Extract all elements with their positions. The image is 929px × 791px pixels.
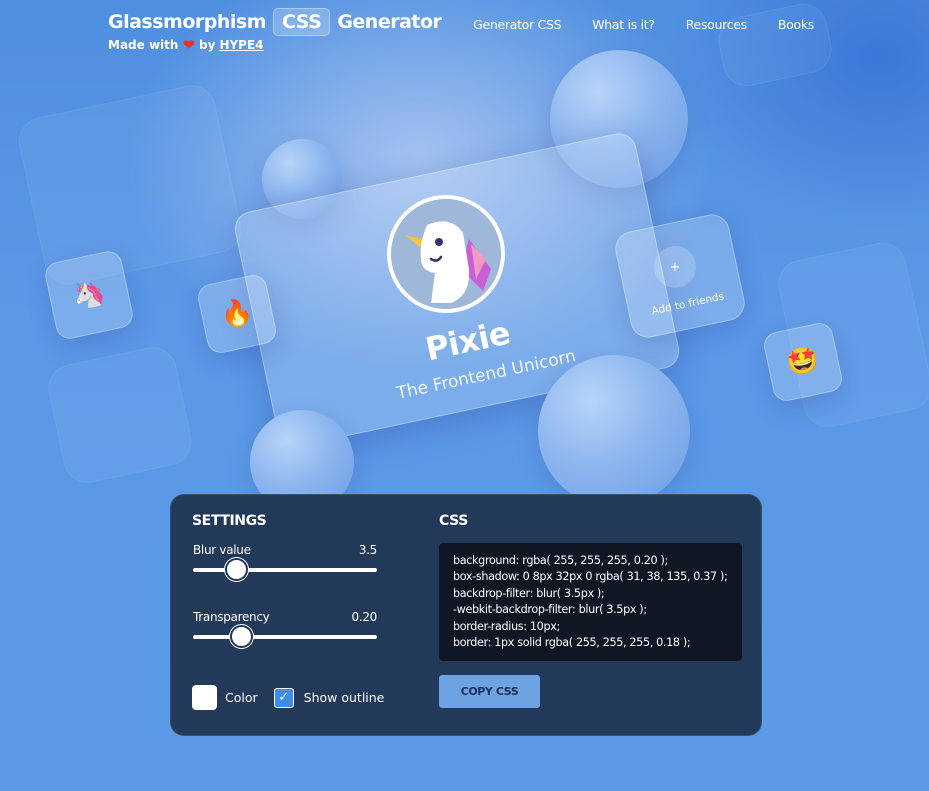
made-with-line: Made with ❤ by HYPE4	[108, 36, 441, 54]
brand: Glassmorphism CSS Generator Made with ❤ …	[108, 8, 442, 54]
blur-label: Blur value	[193, 543, 251, 557]
checkmark-icon: ✓	[278, 690, 290, 705]
nav-item-what-is-it[interactable]: What is it?	[592, 17, 655, 32]
heart-icon: ❤	[182, 36, 196, 54]
generator-panel: SETTINGS Blur value 3.5 Transparency 0.2…	[170, 494, 762, 736]
emoji-tile-starstruck: 🤩	[761, 320, 845, 404]
author-link[interactable]: HYPE4	[219, 38, 263, 52]
css-code-line: border: 1px solid rgba( 255, 255, 255, 0…	[453, 636, 691, 650]
starstruck-emoji: 🤩	[784, 343, 822, 381]
css-code-line: -webkit-backdrop-filter: blur( 3.5px );	[453, 603, 647, 617]
options-row: Color ✓ Show outline	[192, 685, 384, 710]
nav-item-generator-css[interactable]: Generator CSS	[473, 17, 561, 32]
transparency-slider-track[interactable]	[193, 625, 377, 648]
blur-value: 3.5	[358, 543, 377, 557]
css-code-line: border-radius: 10px;	[453, 619, 560, 633]
css-code-line: backdrop-filter: blur( 3.5px );	[453, 586, 605, 600]
app-title: Glassmorphism CSS Generator	[108, 8, 442, 36]
transparency-value: 0.20	[351, 610, 377, 624]
css-code-line: background: rgba( 255, 255, 255, 0.20 );	[453, 554, 668, 567]
css-code-block[interactable]: background: rgba( 255, 255, 255, 0.20 );…	[439, 543, 742, 661]
emoji-tile-fire: 🔥	[195, 272, 279, 356]
blur-slider-track[interactable]	[193, 558, 377, 581]
nav-item-books[interactable]: Books	[778, 17, 814, 32]
title-text: Generator	[337, 11, 442, 33]
unicorn-illustration	[391, 199, 501, 309]
transparency-slider-thumb[interactable]	[230, 625, 254, 648]
css-code-line: box-shadow: 0 8px 32px 0 rgba( 31, 38, 1…	[453, 570, 728, 584]
nav-item-resources[interactable]: Resources	[686, 17, 747, 32]
title-text: Glassmorphism	[108, 11, 267, 33]
emoji-tile-unicorn: 🦄	[42, 248, 136, 342]
transparency-slider-row: Transparency 0.20	[193, 610, 377, 648]
made-with-text: Made with	[108, 38, 179, 52]
sphere-decoration	[538, 355, 690, 507]
fire-emoji: 🔥	[218, 295, 256, 333]
unicorn-emoji: 🦄	[70, 276, 108, 314]
color-swatch-checkbox[interactable]	[192, 685, 217, 710]
css-heading: CSS	[439, 513, 468, 529]
color-label: Color	[225, 690, 258, 705]
blur-slider-thumb[interactable]	[225, 558, 249, 581]
settings-heading: SETTINGS	[192, 513, 267, 529]
plus-icon[interactable]: +	[654, 246, 696, 288]
transparency-label: Transparency	[193, 610, 270, 624]
avatar	[387, 195, 505, 313]
blur-slider-row: Blur value 3.5	[193, 543, 377, 581]
title-pill: CSS	[273, 8, 331, 36]
copy-css-button[interactable]: COPY CSS	[439, 675, 540, 708]
show-outline-label: Show outline	[303, 690, 385, 705]
show-outline-checkbox[interactable]: ✓	[273, 687, 294, 708]
by-text: by	[199, 38, 216, 52]
main-nav: Generator CSS What is it? Resources Book…	[473, 17, 814, 32]
